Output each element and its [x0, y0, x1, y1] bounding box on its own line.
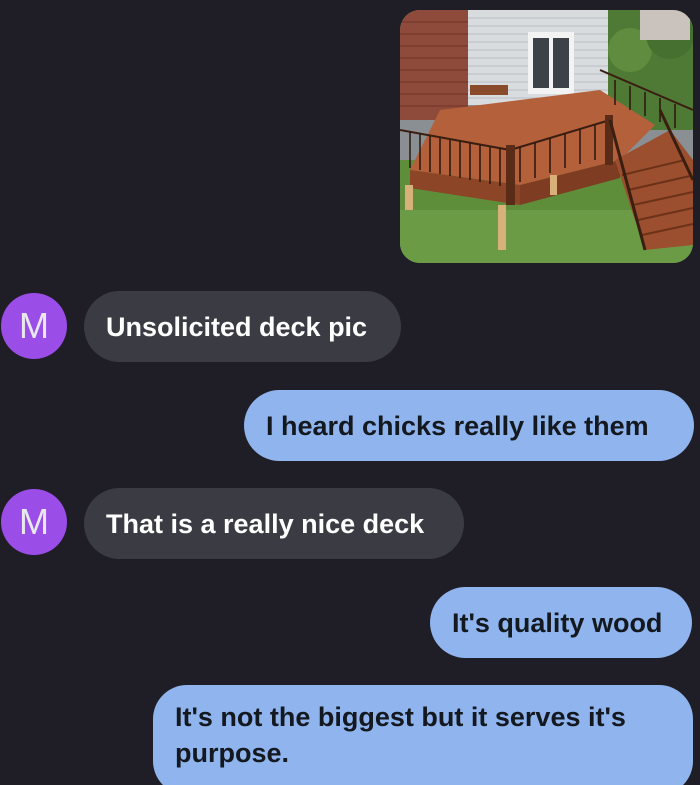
deck-photo-message[interactable]	[400, 10, 693, 263]
contact-avatar[interactable]: M	[1, 489, 67, 555]
outgoing-message[interactable]: It's quality wood	[430, 587, 692, 658]
contact-avatar[interactable]: M	[1, 293, 67, 359]
incoming-message[interactable]: That is a really nice deck	[84, 488, 464, 559]
outgoing-message[interactable]: I heard chicks really like them	[244, 390, 694, 461]
contact-initial: M	[19, 305, 49, 346]
message-text: Unsolicited deck pic	[106, 311, 368, 342]
message-text: I heard chicks really like them	[266, 410, 649, 441]
incoming-message[interactable]: Unsolicited deck pic	[84, 291, 401, 362]
message-text: That is a really nice deck	[106, 508, 425, 539]
message-text: It's not the biggest but it serves it's …	[175, 702, 626, 768]
message-thread: M Unsolicited deck pic I heard chicks re…	[0, 0, 700, 785]
contact-initial: M	[19, 501, 49, 542]
message-text: It's quality wood	[452, 607, 663, 638]
deck-photo	[400, 10, 693, 263]
outgoing-message[interactable]: It's not the biggest but it serves it's …	[153, 685, 693, 785]
